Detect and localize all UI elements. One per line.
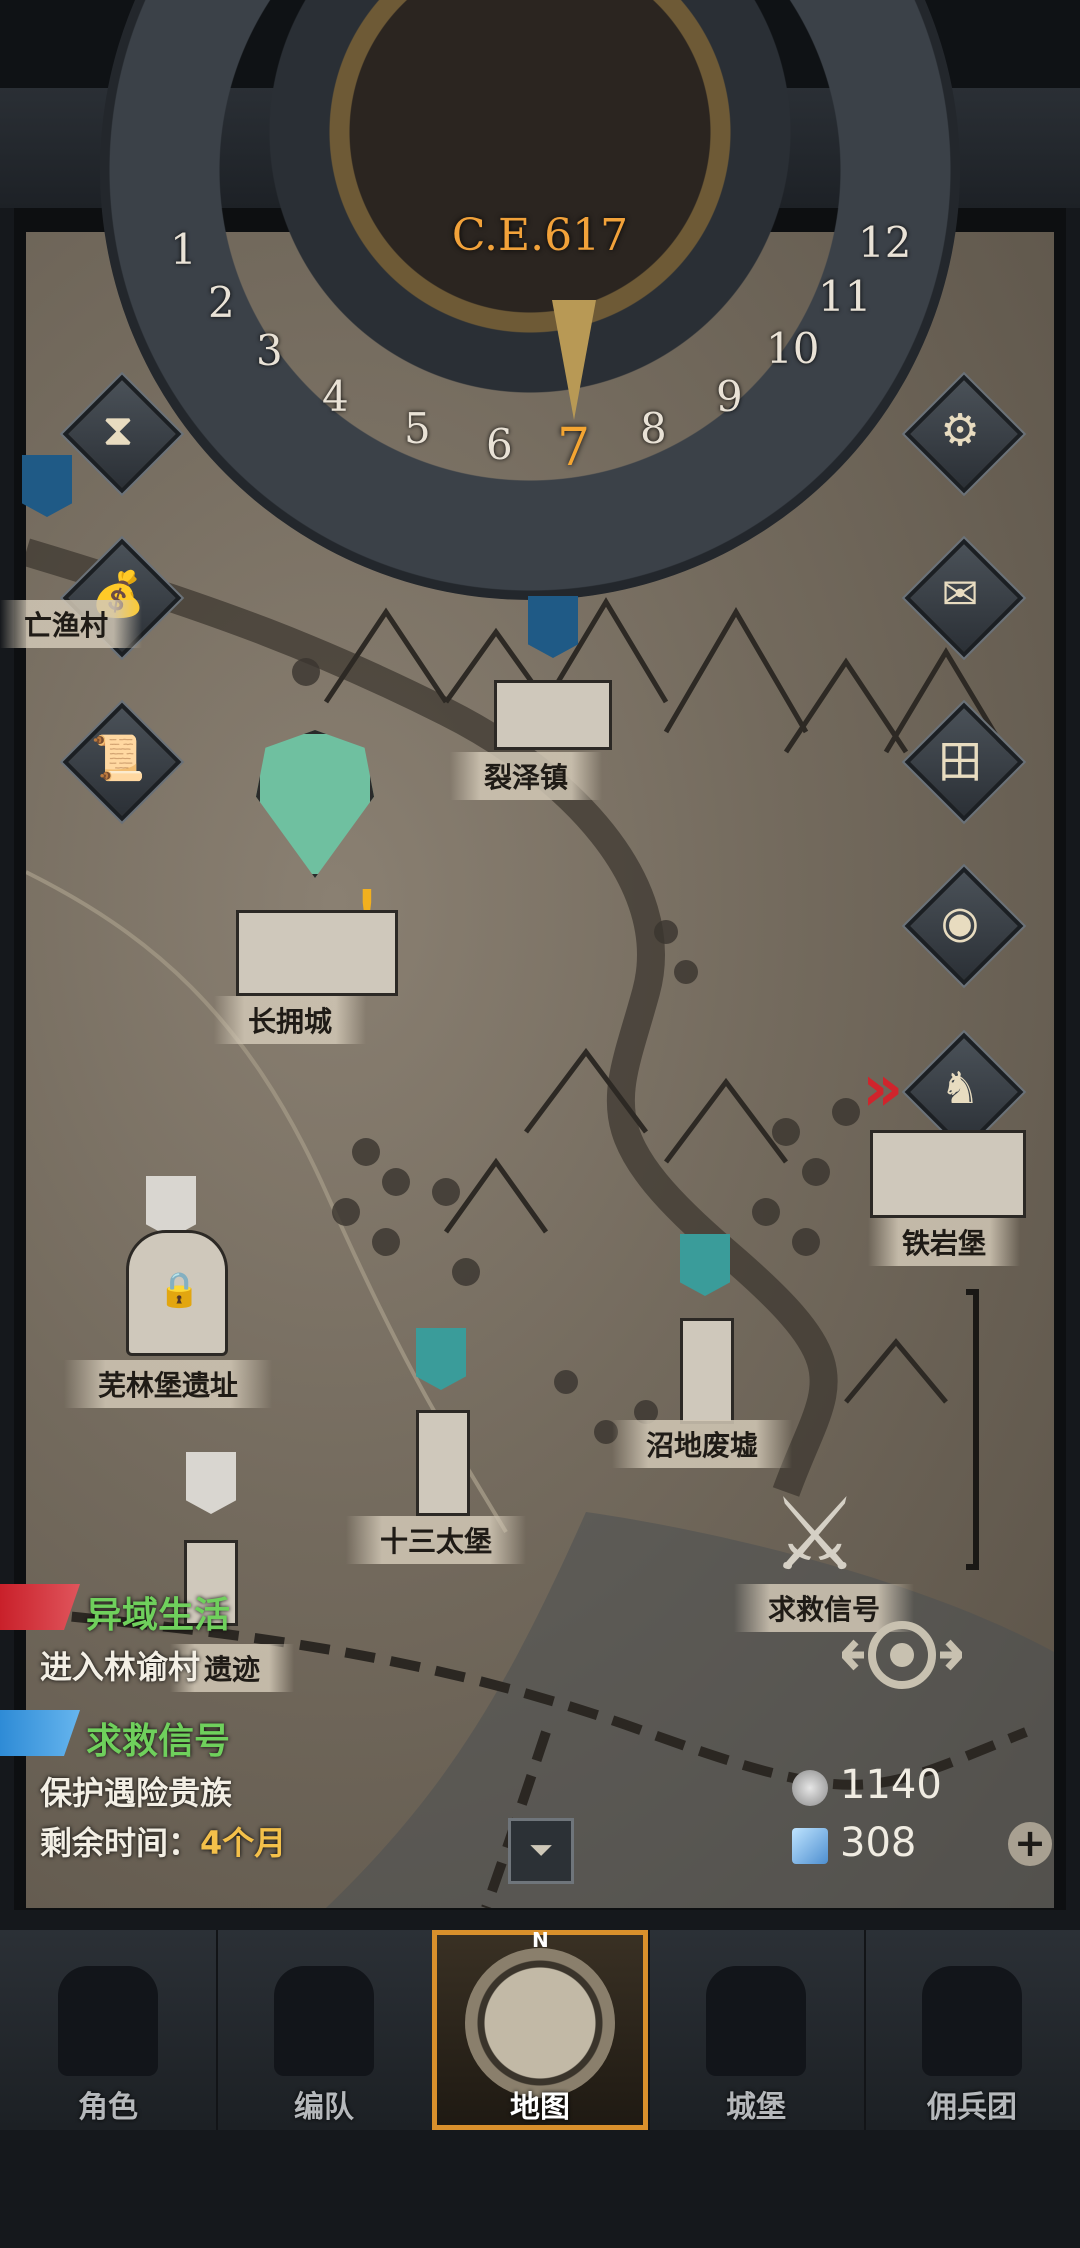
coin-button[interactable]: ◉: [904, 866, 1024, 986]
fortress-building[interactable]: [870, 1130, 1026, 1218]
city-building[interactable]: [236, 910, 398, 996]
silver-coin-icon: [792, 1770, 828, 1806]
month-10: 10: [766, 324, 820, 373]
lock-icon: 🔒: [158, 1270, 201, 1310]
month-4: 4: [322, 372, 349, 421]
crystal-icon: [792, 1828, 828, 1864]
month-2: 2: [208, 278, 235, 327]
gear-icon: ⚙: [940, 404, 980, 456]
grid-icon: 田: [938, 737, 982, 788]
calendar-year: C.E.617: [451, 210, 629, 261]
nav-tab-castle[interactable]: 城堡: [648, 1930, 866, 2130]
compass-map-icon: [465, 1948, 615, 2098]
nav-tab-label: 角色: [78, 2090, 138, 2125]
tower-building[interactable]: [680, 1318, 734, 1424]
nav-tab-map[interactable]: N 地图: [432, 1928, 650, 2130]
nav-tab-character[interactable]: 角色: [0, 1930, 218, 2130]
town-building[interactable]: [494, 680, 612, 750]
month-9: 9: [716, 372, 743, 421]
month-11: 11: [818, 272, 872, 321]
month-1: 1: [170, 225, 197, 274]
crystal-amount: 308: [840, 1820, 917, 1866]
hourglass-icon: ⧗: [102, 404, 134, 456]
grid-button[interactable]: 田: [904, 702, 1024, 822]
quest-2-time-label: 剩余时间：: [40, 1824, 201, 1862]
bottom-nav: 角色 编队 N 地图 城堡 佣兵团: [0, 1928, 1080, 2130]
tower-building[interactable]: [416, 1410, 470, 1516]
nav-tab-label: 编队: [294, 2090, 354, 2125]
quest-2-title[interactable]: 求救信号: [86, 1712, 230, 1764]
knight-bust-icon: [58, 1966, 158, 2076]
add-crystal-button[interactable]: +: [1008, 1822, 1052, 1866]
nav-tab-mercenaries[interactable]: 佣兵团: [864, 1930, 1080, 2130]
system-nav-area: [0, 2130, 1080, 2248]
locate-reticle-icon[interactable]: [842, 1610, 962, 1700]
hourglass-button[interactable]: ⧗: [62, 374, 182, 494]
location-changyong[interactable]: 长拥城: [214, 996, 367, 1044]
scroll-icon: 📜: [90, 733, 146, 784]
quest-2-desc[interactable]: 保护遇险贵族: [40, 1768, 232, 1814]
mail-button[interactable]: ✉: [904, 538, 1024, 658]
month-8: 8: [640, 404, 667, 453]
red-chevron-icon: »: [862, 1052, 904, 1126]
quest-1-title[interactable]: 异域生活: [86, 1586, 230, 1638]
coin-icon: ◉: [940, 896, 980, 948]
helmet-group-icon: [274, 1966, 374, 2076]
mercenary-icon: [922, 1966, 1022, 2076]
castle-icon: [706, 1966, 806, 2076]
current-month-pointer: [552, 300, 596, 420]
mail-icon: ✉: [941, 568, 979, 620]
silver-amount: 1140: [840, 1762, 942, 1808]
month-6: 6: [486, 420, 513, 469]
nav-tab-formation[interactable]: 编队: [216, 1930, 434, 2130]
location-village-partial[interactable]: 亡渔村: [0, 600, 143, 648]
location-tieyan[interactable]: 铁岩堡: [868, 1218, 1021, 1266]
month-12: 12: [858, 218, 912, 267]
nav-tab-label: 佣兵团: [927, 2090, 1017, 2125]
quest-1-desc[interactable]: 进入林谕村: [40, 1642, 200, 1688]
crossed-swords-icon[interactable]: ⚔: [770, 1476, 860, 1593]
nav-tab-label: 城堡: [726, 2090, 786, 2125]
nav-tab-label: 地图: [510, 2090, 570, 2125]
settings-button[interactable]: ⚙: [904, 374, 1024, 494]
location-wulin[interactable]: 芜林堡遗址: [64, 1360, 273, 1408]
location-zhaodi[interactable]: 沼地废墟: [612, 1420, 793, 1468]
month-5: 5: [404, 404, 431, 453]
location-shisan[interactable]: 十三太堡: [346, 1516, 527, 1564]
quest-2-time-value: 4个月: [200, 1824, 287, 1862]
collapse-quests-button[interactable]: ⏷: [508, 1818, 574, 1884]
knight-button[interactable]: ♞: [904, 1032, 1024, 1152]
location-lieze[interactable]: 裂泽镇: [450, 752, 603, 800]
month-3: 3: [256, 326, 283, 375]
knight-icon: ♞: [940, 1062, 980, 1114]
quest-2-time: 剩余时间：4个月: [40, 1818, 286, 1864]
current-month: 7: [557, 418, 591, 478]
scroll-button[interactable]: 📜: [62, 702, 182, 822]
